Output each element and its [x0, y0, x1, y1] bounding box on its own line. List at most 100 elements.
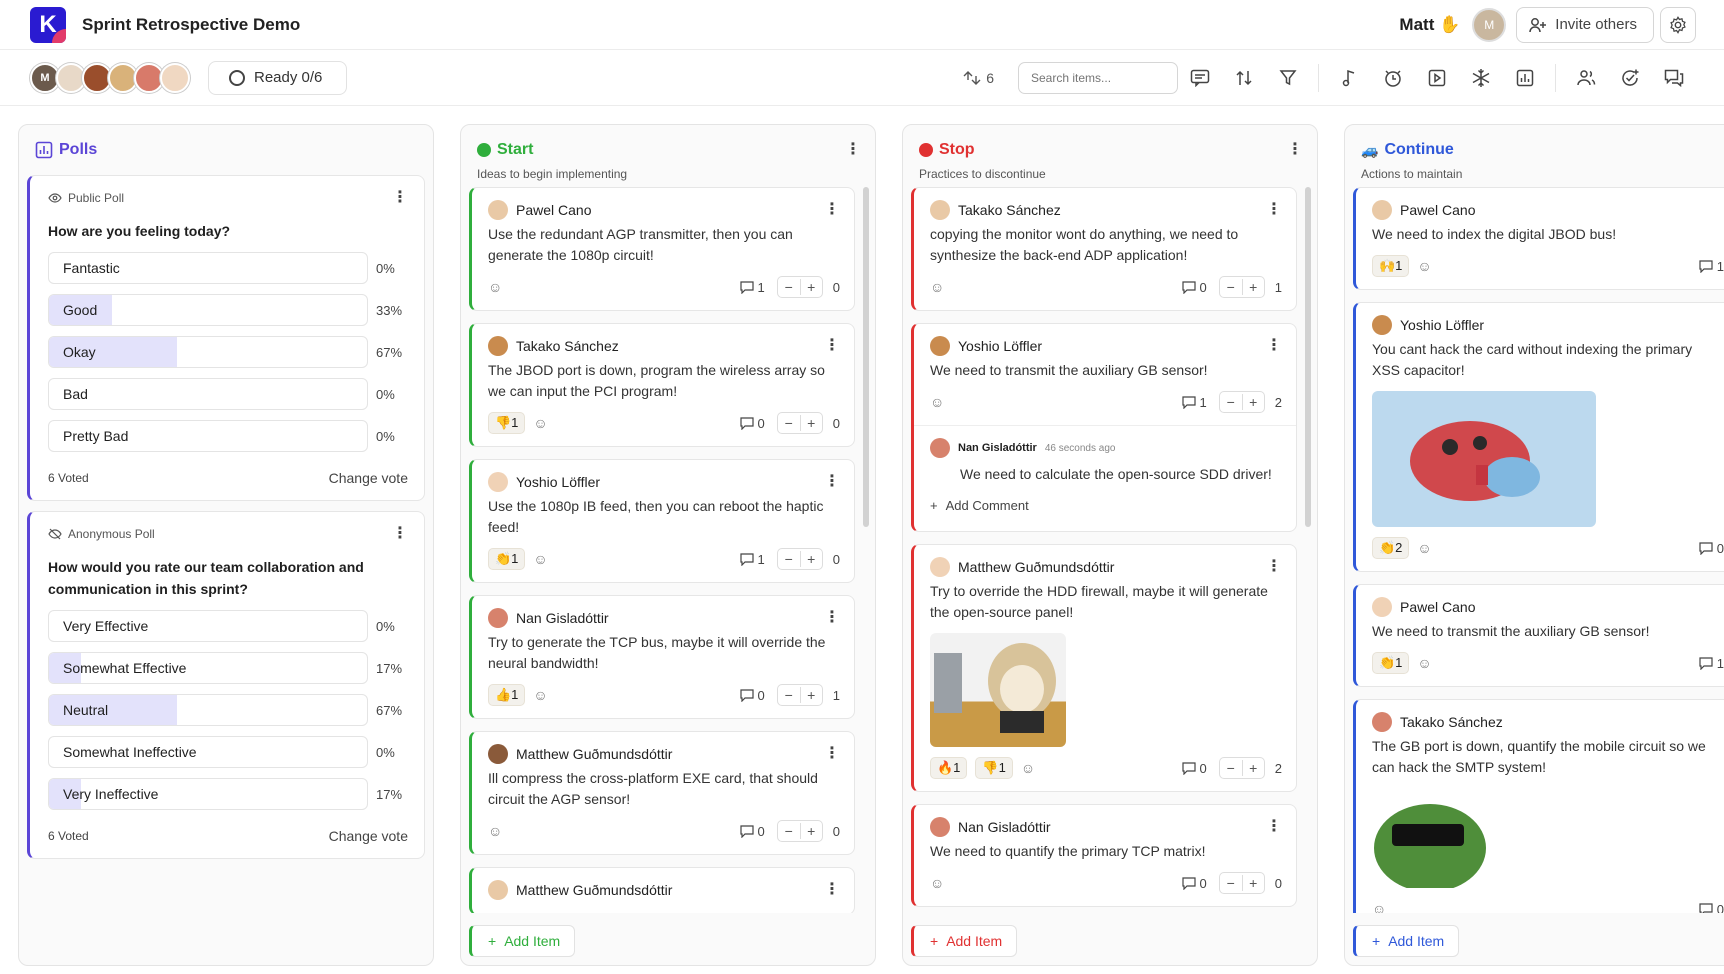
upvote-button[interactable]: + [799, 823, 822, 839]
add-reaction-icon[interactable]: ☺ [930, 875, 944, 891]
retro-card[interactable]: Yoshio Löffler ⋮ Use the 1080p IB feed, … [469, 459, 855, 583]
comments-button[interactable]: 0 [1699, 541, 1724, 556]
reaction-badge[interactable]: 👏2 [1372, 537, 1410, 559]
retro-card[interactable]: Matthew Guðmundsdóttir ⋮ Ill compress th… [469, 731, 855, 855]
invite-others-button[interactable]: Invite others [1516, 6, 1654, 43]
reaction-badge[interactable]: 👏1 [1372, 652, 1410, 674]
team-button[interactable] [1564, 62, 1608, 94]
music-button[interactable] [1327, 62, 1371, 94]
retro-card[interactable]: Yoshio Löffler ⋮ We need to transmit the… [911, 323, 1297, 532]
comments-button[interactable]: 1 [739, 552, 765, 567]
freeze-button[interactable] [1459, 62, 1503, 94]
add-item-button[interactable]: + Add Item [1353, 925, 1460, 957]
comments-button[interactable]: 0 [739, 688, 765, 703]
poll-option-bar[interactable]: Fantastic [48, 252, 368, 284]
retro-card[interactable]: Nan Gisladóttir ⋮ Try to generate the TC… [469, 595, 855, 719]
add-reaction-icon[interactable]: ☺ [1021, 760, 1035, 776]
column-scrollbar[interactable] [863, 187, 869, 527]
ready-button[interactable]: Ready 0/6 [208, 60, 348, 95]
upvote-button[interactable]: + [799, 279, 822, 295]
retro-card[interactable]: Pawel Cano We need to transmit the auxil… [1353, 584, 1724, 687]
change-vote-button[interactable]: Change vote [329, 470, 408, 486]
participant-avatar[interactable] [160, 62, 190, 93]
downvote-button[interactable]: − [1220, 394, 1242, 410]
add-reaction-icon[interactable]: ☺ [533, 415, 547, 431]
upvote-button[interactable]: + [799, 415, 822, 431]
add-item-button[interactable]: + Add Item [469, 925, 576, 957]
poll-option[interactable]: Bad 0% [48, 378, 408, 410]
reaction-badge[interactable]: 👎1 [975, 757, 1013, 779]
comments-toggle-button[interactable] [1178, 62, 1222, 94]
card-menu-icon[interactable]: ⋮ [824, 338, 840, 354]
retro-card[interactable]: Pawel Cano ⋮ Use the redundant AGP trans… [469, 187, 855, 311]
upvote-button[interactable]: + [799, 687, 822, 703]
poll-option[interactable]: Pretty Bad 0% [48, 420, 408, 452]
timer-button[interactable] [1371, 62, 1415, 94]
add-reaction-icon[interactable]: ☺ [1417, 540, 1431, 556]
downvote-button[interactable]: − [778, 279, 800, 295]
poll-option-bar[interactable]: Somewhat Ineffective [48, 736, 368, 768]
retro-card[interactable]: Nan Gisladóttir ⋮ We need to quantify th… [911, 804, 1297, 907]
retro-card[interactable]: Matthew Guðmundsdóttir ⋮ Try to override… [911, 544, 1297, 792]
change-vote-button[interactable]: Change vote [329, 828, 408, 844]
add-reaction-icon[interactable]: ☺ [930, 279, 944, 295]
card-menu-icon[interactable]: ⋮ [824, 882, 840, 898]
add-item-button[interactable]: + Add Item [911, 925, 1018, 957]
poll-option[interactable]: Okay 67% [48, 336, 408, 368]
downvote-button[interactable]: − [1220, 875, 1242, 891]
comments-button[interactable]: 1 [1699, 656, 1724, 671]
poll-option[interactable]: Fantastic 0% [48, 252, 408, 284]
poll-menu-icon[interactable]: ⋮ [392, 526, 408, 542]
comments-button[interactable]: 1 [1181, 395, 1207, 410]
upvote-button[interactable]: + [1241, 279, 1264, 295]
poll-option-bar[interactable]: Good [48, 294, 368, 326]
present-button[interactable] [1415, 62, 1459, 94]
column-scrollbar[interactable] [1305, 187, 1311, 527]
comments-button[interactable]: 0 [1699, 902, 1724, 913]
app-logo[interactable]: K [30, 6, 66, 43]
discussion-button[interactable] [1652, 62, 1696, 94]
retro-card[interactable]: Matthew Guðmundsdóttir ⋮ [469, 867, 855, 913]
poll-option-bar[interactable]: Very Effective [48, 610, 368, 642]
comments-button[interactable]: 1 [1699, 259, 1724, 274]
reaction-badge[interactable]: 👍1 [488, 684, 526, 706]
card-menu-icon[interactable]: ⋮ [824, 746, 840, 762]
upvote-button[interactable]: + [1241, 760, 1264, 776]
poll-option[interactable]: Very Effective 0% [48, 610, 408, 642]
reaction-badge[interactable]: 👏1 [488, 548, 526, 570]
reaction-badge[interactable]: 🙌1 [1372, 255, 1410, 277]
search-input[interactable] [1018, 61, 1178, 94]
column-menu-icon[interactable]: ⋮ [1287, 142, 1303, 158]
poll-option-bar[interactable]: Somewhat Effective [48, 652, 368, 684]
card-menu-icon[interactable]: ⋮ [824, 202, 840, 218]
upvote-button[interactable]: + [1241, 875, 1264, 891]
sort-button[interactable] [1222, 62, 1266, 94]
card-menu-icon[interactable]: ⋮ [1266, 338, 1282, 354]
upvote-button[interactable]: + [799, 551, 822, 567]
add-reaction-icon[interactable]: ☺ [488, 823, 502, 839]
poll-option-bar[interactable]: Very Ineffective [48, 778, 368, 810]
downvote-button[interactable]: − [778, 415, 800, 431]
add-reaction-icon[interactable]: ☺ [1417, 655, 1431, 671]
downvote-button[interactable]: − [1220, 760, 1242, 776]
upvote-button[interactable]: + [1241, 394, 1264, 410]
poll-option-bar[interactable]: Pretty Bad [48, 420, 368, 452]
settings-button[interactable] [1660, 6, 1696, 43]
action-items-button[interactable] [1608, 62, 1652, 94]
votes-indicator[interactable]: 6 [962, 70, 994, 86]
user-avatar[interactable]: M [1472, 7, 1507, 42]
card-menu-icon[interactable]: ⋮ [1266, 559, 1282, 575]
comments-button[interactable]: 0 [1181, 280, 1207, 295]
poll-option[interactable]: Somewhat Ineffective 0% [48, 736, 408, 768]
filter-button[interactable] [1266, 62, 1310, 94]
comments-button[interactable]: 0 [739, 824, 765, 839]
add-reaction-icon[interactable]: ☺ [930, 394, 944, 410]
comments-button[interactable]: 0 [1181, 761, 1207, 776]
column-menu-icon[interactable]: ⋮ [845, 142, 861, 158]
reaction-badge[interactable]: 🔥1 [930, 757, 968, 779]
add-reaction-icon[interactable]: ☺ [533, 687, 547, 703]
poll-option-bar[interactable]: Neutral [48, 694, 368, 726]
add-reaction-icon[interactable]: ☺ [488, 279, 502, 295]
poll-option[interactable]: Good 33% [48, 294, 408, 326]
add-reaction-icon[interactable]: ☺ [1372, 901, 1386, 913]
